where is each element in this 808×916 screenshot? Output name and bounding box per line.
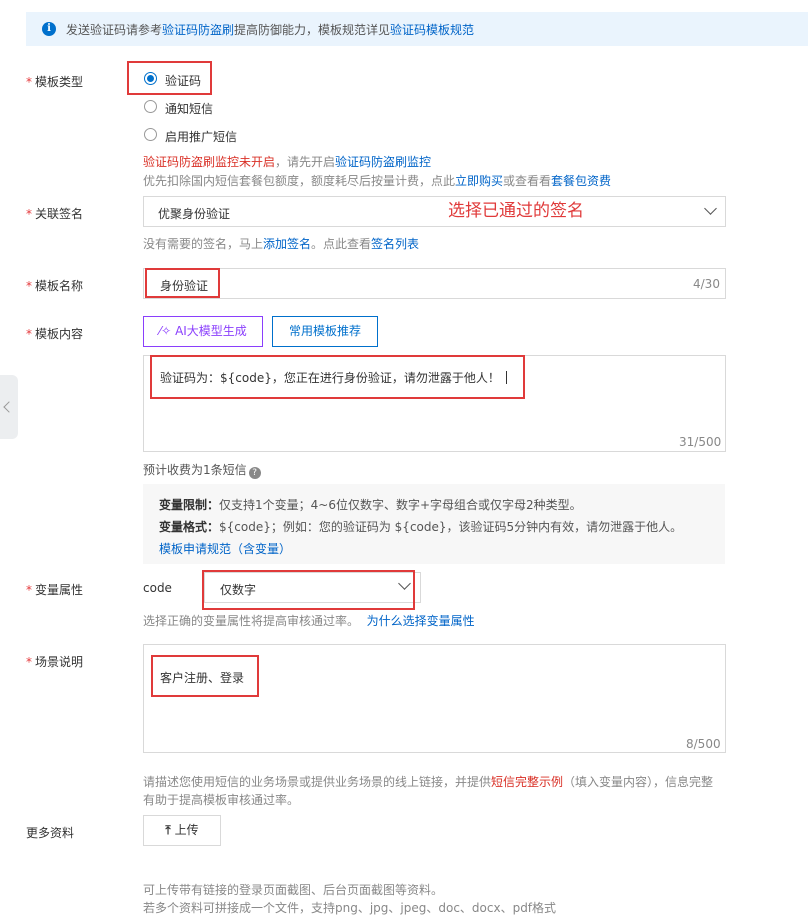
radio-label-promotion: 启用推广短信 bbox=[165, 130, 238, 144]
radio-notification[interactable] bbox=[144, 100, 157, 113]
estimate-text: 预计收费为1条短信? bbox=[143, 461, 261, 479]
radio-verification-code[interactable] bbox=[144, 72, 157, 85]
magic-wand-icon: ⁄✧ bbox=[159, 324, 172, 338]
more-info-label: 更多资料 bbox=[26, 826, 75, 840]
upload-hint-2: 若多个资料可拼接成一个文件，支持png、jpg、jpeg、doc、docx、pd… bbox=[143, 901, 557, 915]
radio-label-notification: 通知短信 bbox=[165, 102, 214, 116]
radio-label-verification: 验证码 bbox=[165, 74, 202, 88]
template-content-counter: 31/500 bbox=[679, 435, 722, 449]
variable-attr-value: 仅数字 bbox=[220, 583, 257, 597]
ai-generate-button[interactable]: ⁄✧ AI大模型生成 bbox=[143, 316, 263, 347]
upload-button[interactable]: ⤒ 上传 bbox=[143, 815, 221, 846]
rule-limit: 变量限制：仅支持1个变量；4~6位仅数字、数字+字母组合或仅字母2种类型。 bbox=[159, 498, 582, 512]
why-variable-attr-link[interactable]: 为什么选择变量属性 bbox=[367, 614, 475, 628]
billing-hint: 优先扣除国内短信套餐包额度，额度耗尽后按量计费，点此立即购买或查看看套餐包资费 bbox=[143, 174, 612, 188]
upload-hint-1: 可上传带有链接的登录页面截图、后台页面截图等资料。 bbox=[143, 883, 444, 897]
buy-now-link[interactable]: 立即购买 bbox=[455, 174, 503, 188]
template-name-input[interactable] bbox=[143, 268, 726, 299]
recommend-template-button[interactable]: 常用模板推荐 bbox=[272, 316, 378, 347]
template-name-label: * 模板名称 bbox=[26, 279, 84, 293]
variable-attr-hint: 选择正确的变量属性将提高审核通过率。 为什么选择变量属性 bbox=[143, 614, 475, 628]
variable-attr-label: * 变量属性 bbox=[26, 583, 84, 597]
signature-annotation: 选择已通过的签名 bbox=[448, 201, 584, 221]
signature-label: * 关联签名 bbox=[26, 207, 84, 221]
scene-value: 客户注册、登录 bbox=[160, 671, 245, 685]
signature-list-link[interactable]: 签名列表 bbox=[371, 237, 419, 251]
side-collapse-tab[interactable] bbox=[0, 375, 18, 439]
radio-promotion[interactable] bbox=[144, 128, 157, 141]
template-rules-link[interactable]: 模板申请规范（含变量） bbox=[159, 540, 291, 557]
template-name-counter: 4/30 bbox=[693, 277, 720, 291]
rule-format: 变量格式：${code}；例如：您的验证码为 ${code}，该验证码5分钟内有… bbox=[159, 520, 683, 534]
template-content-label: * 模板内容 bbox=[26, 327, 84, 341]
notice-text: 发送验证码请参考验证码防盗刷提高防御能力，模板规范详见验证码模板规范 bbox=[66, 21, 474, 38]
scene-hint-1: 请描述您使用短信的业务场景或提供业务场景的线上链接，并提供短信完整示例（填入变量… bbox=[143, 775, 714, 789]
template-type-label: * 模板类型 bbox=[26, 75, 84, 89]
add-signature-link[interactable]: 添加签名 bbox=[263, 237, 311, 251]
template-name-value: 身份验证 bbox=[160, 279, 209, 293]
anti-fraud-link[interactable]: 验证码防盗刷 bbox=[162, 23, 234, 37]
upload-icon: ⤒ bbox=[165, 823, 171, 837]
scene-hint-2: 有助于提高模板审核通过率。 bbox=[143, 793, 300, 807]
signature-hint: 没有需要的签名，马上添加签名。点此查看签名列表 bbox=[143, 237, 420, 251]
scene-counter: 8/500 bbox=[686, 737, 721, 751]
info-icon: i bbox=[42, 22, 56, 36]
signature-value: 优聚身份验证 bbox=[158, 207, 231, 221]
sms-example-link[interactable]: 短信完整示例 bbox=[491, 775, 563, 789]
monitor-warning: 验证码防盗刷监控未开启，请先开启验证码防盗刷监控 bbox=[143, 155, 432, 169]
enable-monitor-link[interactable]: 验证码防盗刷监控 bbox=[335, 155, 431, 169]
question-icon[interactable]: ? bbox=[248, 467, 261, 479]
template-spec-link[interactable]: 验证码模板规范 bbox=[390, 23, 474, 37]
notice-middle: 提高防御能力，模板规范详见 bbox=[234, 23, 391, 37]
package-price-link[interactable]: 套餐包资费 bbox=[551, 174, 611, 188]
scene-label: * 场景说明 bbox=[26, 655, 84, 669]
template-content-value: 验证码为：${code}，您正在进行身份验证，请勿泄露于他人！ bbox=[160, 369, 507, 386]
notice-prefix: 发送验证码请参考 bbox=[66, 23, 163, 37]
signature-select[interactable] bbox=[143, 196, 726, 227]
variable-name: code bbox=[143, 581, 172, 595]
chevron-left-icon bbox=[3, 401, 15, 413]
